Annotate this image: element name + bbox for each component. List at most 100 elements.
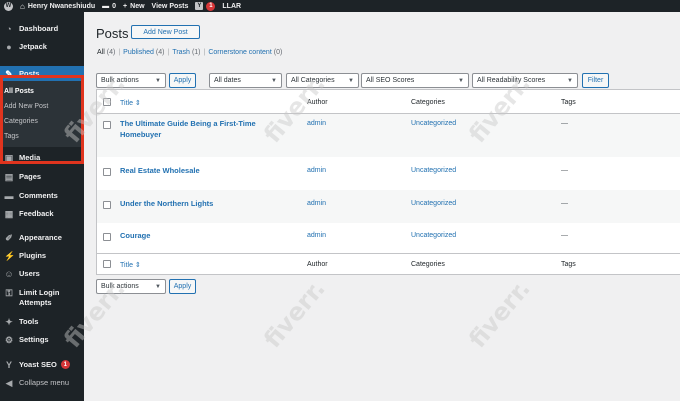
filter-published-count: (4)	[155, 49, 165, 56]
add-new-post-button[interactable]: Add New Post	[131, 25, 200, 39]
sidebar-item-pages[interactable]: ▤ Pages	[0, 172, 84, 182]
pin-icon: ✎	[5, 69, 13, 79]
post-title-link[interactable]: Courage	[120, 230, 270, 241]
sidebar-item-collapse-menu[interactable]: ◀ Collapse menu	[0, 378, 84, 388]
sidebar-item-settings[interactable]: ⚙ Settings	[0, 335, 84, 345]
separator: |	[203, 49, 206, 56]
dates-value: All dates	[214, 77, 241, 84]
view-posts-link[interactable]: View Posts	[152, 3, 189, 10]
post-category-link[interactable]: Uncategorized	[411, 200, 456, 207]
row-checkbox[interactable]	[103, 168, 111, 176]
site-name-link[interactable]: ⌂ Henry Nwaneshiudu	[20, 2, 95, 11]
post-category-link[interactable]: Uncategorized	[411, 120, 456, 127]
table-row: Courage admin Uncategorized —	[97, 223, 680, 253]
post-author-link[interactable]: admin	[307, 232, 326, 239]
row-checkbox[interactable]	[103, 233, 111, 241]
yoast-adminbar-link[interactable]: Y 1	[195, 1, 216, 11]
sidebar-item-users[interactable]: ☺ Users	[0, 269, 84, 279]
submenu-add-new-post[interactable]: Add New Post	[4, 103, 48, 110]
column-tags-header: Tags	[561, 99, 576, 106]
users-icon: ☺	[4, 269, 14, 279]
sidebar-item-limit-login[interactable]: ⚿ Limit Login Attempts	[0, 288, 84, 308]
post-tags: —	[561, 167, 568, 174]
table-row: The Ultimate Guide Being a First-Time Ho…	[97, 114, 680, 157]
sidebar-item-label: Settings	[19, 335, 49, 344]
sidebar-item-media[interactable]: ▣ Media	[0, 153, 84, 163]
collapse-icon: ◀	[5, 378, 13, 388]
chevron-down-icon: ▼	[348, 77, 354, 84]
sidebar-item-appearance[interactable]: ✐ Appearance	[0, 233, 84, 243]
row-checkbox[interactable]	[103, 121, 111, 129]
apply-button-bottom[interactable]: Apply	[169, 279, 196, 294]
post-title-link[interactable]: Real Estate Wholesale	[120, 165, 270, 176]
bulk-actions-value: Bulk actions	[101, 283, 139, 290]
dashboard-icon: ◔	[6, 24, 12, 34]
post-tags: —	[561, 232, 568, 239]
bulk-actions-select[interactable]: Bulk actions ▼	[96, 73, 166, 88]
filter-published[interactable]: Published	[123, 49, 154, 56]
post-title-link[interactable]: The Ultimate Guide Being a First-Time Ho…	[120, 118, 270, 140]
sidebar-item-feedback[interactable]: ▦ Feedback	[0, 209, 84, 219]
sidebar-item-tools[interactable]: ✦ Tools	[0, 317, 84, 327]
submenu-all-posts[interactable]: All Posts	[4, 88, 34, 95]
select-all-checkbox[interactable]	[103, 260, 111, 268]
yoast-icon: Y	[195, 2, 204, 10]
post-category-link[interactable]: Uncategorized	[411, 232, 456, 239]
plugins-icon: ⚡	[4, 251, 16, 261]
main-content: Posts Add New Post All (4) | Published (…	[84, 12, 680, 401]
row-checkbox[interactable]	[103, 201, 111, 209]
filter-cornerstone[interactable]: Cornerstone content	[208, 49, 271, 56]
sidebar-item-plugins[interactable]: ⚡ Plugins	[0, 251, 84, 261]
table-row: Under the Northern Lights admin Uncatego…	[97, 190, 680, 223]
post-title-link[interactable]: Under the Northern Lights	[120, 198, 270, 209]
yoast-notification-badge: 1	[60, 360, 70, 369]
table-row: Real Estate Wholesale admin Uncategorize…	[97, 157, 680, 190]
sidebar-item-label: Comments	[19, 191, 58, 200]
new-content-link[interactable]: + New	[123, 3, 145, 10]
submenu-tags[interactable]: Tags	[4, 133, 19, 140]
plus-icon: +	[123, 2, 128, 10]
apply-button[interactable]: Apply	[169, 73, 196, 88]
categories-select[interactable]: All Categories ▼	[286, 73, 359, 88]
submenu-categories[interactable]: Categories	[4, 118, 38, 125]
post-author-link[interactable]: admin	[307, 120, 326, 127]
new-label: New	[130, 2, 145, 10]
column-tags-footer: Tags	[561, 261, 576, 268]
filter-all[interactable]: All	[97, 49, 105, 56]
column-title-footer[interactable]: Title ⇕	[120, 261, 141, 269]
categories-value: All Categories	[291, 77, 335, 84]
post-category-link[interactable]: Uncategorized	[411, 167, 456, 174]
seo-scores-select[interactable]: All SEO Scores ▼	[361, 73, 469, 88]
seo-scores-value: All SEO Scores	[366, 77, 415, 84]
sidebar-item-comments[interactable]: ▬ Comments	[0, 191, 84, 201]
comments-link[interactable]: ▬ 0	[102, 3, 116, 10]
chevron-down-icon: ▼	[155, 77, 161, 84]
sidebar-item-jetpack[interactable]: ● Jetpack	[0, 42, 84, 52]
post-tags: —	[561, 120, 568, 127]
sidebar-item-dashboard[interactable]: ◔ Dashboard	[0, 24, 84, 34]
chevron-down-icon: ▼	[271, 77, 277, 84]
select-all-checkbox[interactable]	[103, 98, 111, 106]
posts-table: Title ⇕ Author Categories Tags The Ultim…	[96, 89, 680, 275]
sidebar-item-yoast-seo[interactable]: Y Yoast SEO 1	[0, 360, 84, 370]
readability-select[interactable]: All Readability Scores ▼	[472, 73, 578, 88]
dates-select[interactable]: All dates ▼	[209, 73, 282, 88]
post-author-link[interactable]: admin	[307, 167, 326, 174]
chevron-down-icon: ▼	[155, 283, 161, 290]
home-icon: ⌂	[20, 1, 25, 11]
sort-icon: ⇕	[134, 100, 141, 107]
llar-link[interactable]: LLAR	[222, 3, 241, 10]
bulk-actions-select-bottom[interactable]: Bulk actions ▼	[96, 279, 166, 294]
post-author-link[interactable]: admin	[307, 200, 326, 207]
sidebar-item-posts[interactable]: ✎ Posts	[0, 66, 84, 81]
separator: |	[118, 49, 121, 56]
filter-trash[interactable]: Trash	[172, 49, 190, 56]
wordpress-logo-icon[interactable]: W	[4, 1, 13, 11]
column-title-header[interactable]: Title ⇕	[120, 99, 141, 107]
column-title-label: Title	[120, 100, 133, 107]
sidebar-item-label: Plugins	[19, 251, 47, 260]
column-categories-footer: Categories	[411, 261, 445, 268]
sidebar-item-label: Media	[19, 153, 41, 162]
filter-button[interactable]: Filter	[582, 73, 609, 88]
admin-sidebar: ◔ Dashboard ● Jetpack ✎ Posts All Posts …	[0, 12, 84, 401]
